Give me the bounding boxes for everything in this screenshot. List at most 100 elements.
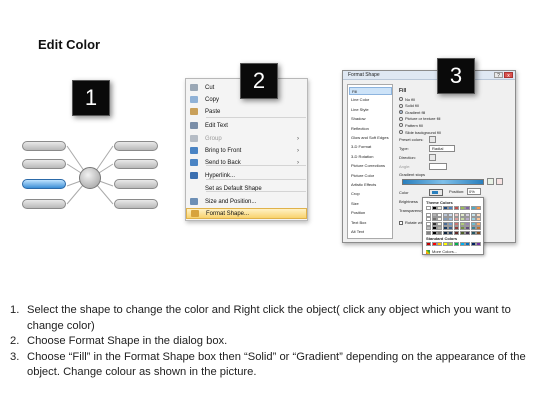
theme-color-swatch[interactable] (459, 231, 465, 235)
theme-color-swatch[interactable] (448, 212, 454, 217)
fill-option-picture-or-texture-fill[interactable]: Picture or texture fill (399, 116, 440, 122)
category-position[interactable]: Position (349, 209, 392, 217)
theme-color-swatch[interactable] (476, 217, 482, 222)
diagram-pill[interactable] (114, 159, 158, 169)
menu-item-bring-to-front[interactable]: Bring to Front › (186, 145, 307, 156)
radio-button[interactable] (399, 110, 403, 115)
theme-color-swatch[interactable] (476, 206, 482, 210)
radio-button[interactable] (399, 130, 403, 134)
theme-color-swatch[interactable] (448, 231, 454, 235)
diagram-pill[interactable] (114, 199, 158, 209)
theme-color-swatch[interactable] (454, 206, 459, 210)
theme-color-swatch[interactable] (459, 206, 465, 210)
menu-item-group[interactable]: Group › (186, 133, 307, 144)
theme-color-swatch[interactable] (448, 217, 454, 222)
category-alt-text[interactable]: Alt Text (349, 228, 392, 236)
fill-option-no-fill[interactable]: No fill (399, 96, 415, 102)
diagram-pill[interactable] (22, 141, 66, 151)
theme-color-swatch[interactable] (465, 231, 471, 235)
theme-color-swatch[interactable] (437, 206, 443, 210)
theme-color-swatch[interactable] (459, 226, 465, 231)
theme-color-swatch[interactable] (470, 221, 476, 226)
theme-color-swatch[interactable] (426, 221, 431, 226)
menu-item-format-shape[interactable]: Format Shape... (186, 208, 307, 219)
menu-item-send-to-back[interactable]: Send to Back › (186, 157, 307, 168)
theme-color-swatch[interactable] (426, 212, 431, 217)
more-colors-button[interactable]: More Colors... (426, 249, 457, 254)
remove-stop-button[interactable] (496, 178, 503, 185)
diagram-pill[interactable] (22, 159, 66, 169)
fill-option-solid-fill[interactable]: Solid fill (399, 103, 419, 109)
theme-color-swatch[interactable] (442, 217, 448, 222)
theme-color-swatch[interactable] (442, 226, 448, 231)
direction-dropdown[interactable] (429, 154, 436, 161)
radio-button[interactable] (399, 123, 403, 128)
standard-color-swatch[interactable] (465, 242, 471, 246)
theme-color-swatch[interactable] (470, 206, 476, 210)
theme-color-swatch[interactable] (431, 212, 437, 217)
category-shadow[interactable]: Shadow (349, 115, 392, 123)
theme-color-swatch[interactable] (431, 206, 437, 210)
standard-color-swatch[interactable] (431, 242, 437, 246)
rotate-checkbox[interactable] (399, 220, 403, 225)
category-3-d-rotation[interactable]: 3-D Rotation (349, 153, 392, 161)
theme-color-swatch[interactable] (465, 206, 471, 210)
menu-item-set-as-default-shape[interactable]: Set as Default Shape (186, 183, 307, 194)
radio-button[interactable] (399, 116, 403, 121)
add-stop-button[interactable] (487, 178, 494, 185)
category-line-color[interactable]: Line Color (349, 96, 392, 104)
category-reflection[interactable]: Reflection (349, 125, 392, 133)
category-text-box[interactable]: Text Box (349, 219, 392, 227)
theme-color-swatch[interactable] (431, 221, 437, 226)
diagram-pill[interactable] (114, 141, 158, 151)
theme-color-swatch[interactable] (442, 221, 448, 226)
gradient-stops-bar[interactable] (402, 179, 484, 185)
theme-color-swatch[interactable] (454, 231, 459, 235)
theme-color-swatch[interactable] (454, 221, 459, 226)
theme-color-swatch[interactable] (448, 221, 454, 226)
category-fill[interactable]: Fill (349, 87, 392, 95)
theme-color-swatch[interactable] (426, 231, 431, 235)
standard-color-swatch[interactable] (454, 242, 459, 246)
theme-color-swatch[interactable] (448, 206, 454, 210)
theme-color-swatch[interactable] (476, 226, 482, 231)
category-picture-color[interactable]: Picture Color (349, 172, 392, 180)
category-picture-corrections[interactable]: Picture Corrections (349, 162, 392, 170)
diagram-pill-selected[interactable] (22, 179, 66, 189)
theme-color-swatch[interactable] (470, 231, 476, 235)
theme-color-swatch[interactable] (476, 231, 482, 235)
theme-color-swatch[interactable] (465, 221, 471, 226)
theme-color-swatch[interactable] (437, 217, 443, 222)
category-glow-and-soft-edges[interactable]: Glow and Soft Edges (349, 134, 392, 142)
help-button[interactable]: ? (494, 72, 503, 79)
theme-color-swatch[interactable] (431, 226, 437, 231)
menu-item-edit-text[interactable]: Edit Text (186, 120, 307, 131)
type-select[interactable]: Radial (429, 145, 455, 152)
theme-color-swatch[interactable] (454, 226, 459, 231)
standard-color-swatch[interactable] (470, 242, 476, 246)
radio-button[interactable] (399, 97, 403, 101)
color-picker-button[interactable] (429, 189, 443, 196)
close-button[interactable]: x (504, 72, 513, 79)
theme-color-swatch[interactable] (470, 226, 476, 231)
theme-color-swatch[interactable] (459, 217, 465, 222)
category-size[interactable]: Size (349, 200, 392, 208)
standard-color-swatch[interactable] (442, 242, 448, 246)
category-crop[interactable]: Crop (349, 190, 392, 198)
theme-color-swatch[interactable] (465, 217, 471, 222)
menu-item-paste[interactable]: Paste (186, 106, 307, 117)
standard-color-swatch[interactable] (459, 242, 465, 246)
fill-option-slide-background-fill[interactable]: Slide background fill (399, 129, 441, 135)
category-artistic-effects[interactable]: Artistic Effects (349, 181, 392, 189)
theme-color-swatch[interactable] (426, 206, 431, 210)
standard-color-swatch[interactable] (448, 242, 454, 246)
theme-color-swatch[interactable] (465, 226, 471, 231)
standard-color-swatch[interactable] (476, 242, 482, 246)
theme-color-swatch[interactable] (426, 217, 431, 222)
standard-color-swatch[interactable] (426, 242, 431, 246)
theme-color-swatch[interactable] (442, 206, 448, 210)
theme-color-swatch[interactable] (431, 217, 437, 222)
theme-color-swatch[interactable] (431, 231, 437, 235)
position-input[interactable]: 0% (467, 188, 481, 195)
standard-color-swatch[interactable] (437, 242, 443, 246)
